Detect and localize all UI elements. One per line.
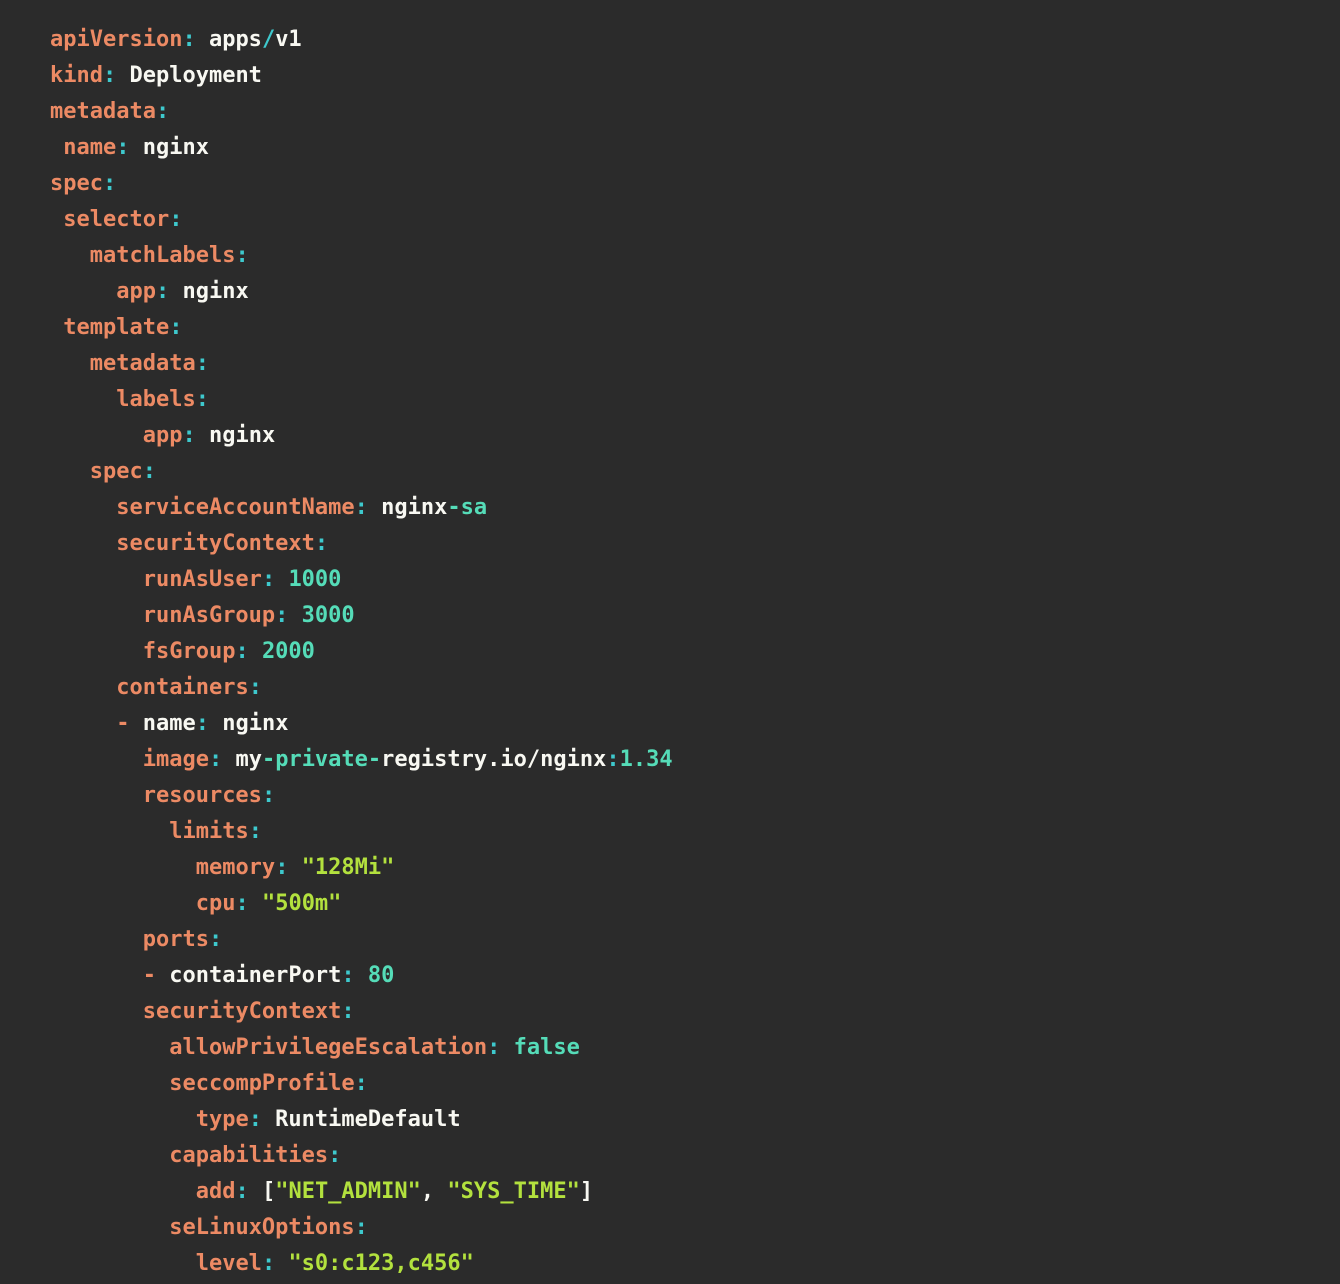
code-line: app: nginx xyxy=(50,274,1340,310)
code-line: type: RuntimeDefault xyxy=(50,1102,1340,1138)
code-line: resources: xyxy=(50,778,1340,814)
code-line: limits: xyxy=(50,814,1340,850)
code-line: labels: xyxy=(50,382,1340,418)
code-line: template: xyxy=(50,310,1340,346)
code-line: spec: xyxy=(50,166,1340,202)
code-line: seccompProfile: xyxy=(50,1066,1340,1102)
code-line: capabilities: xyxy=(50,1138,1340,1174)
code-line: add: ["NET_ADMIN", "SYS_TIME"] xyxy=(50,1174,1340,1210)
code-line: cpu: "500m" xyxy=(50,886,1340,922)
code-line: name: nginx xyxy=(50,130,1340,166)
code-line: image: my-private-registry.io/nginx:1.34 xyxy=(50,742,1340,778)
code-line: metadata: xyxy=(50,94,1340,130)
code-line: serviceAccountName: nginx-sa xyxy=(50,490,1340,526)
code-line: kind: Deployment xyxy=(50,58,1340,94)
code-line: matchLabels: xyxy=(50,238,1340,274)
code-line: metadata: xyxy=(50,346,1340,382)
code-line: app: nginx xyxy=(50,418,1340,454)
code-line: memory: "128Mi" xyxy=(50,850,1340,886)
code-line: ports: xyxy=(50,922,1340,958)
code-line: spec: xyxy=(50,454,1340,490)
code-lines: apiVersion: apps/v1kind: Deploymentmetad… xyxy=(0,0,1340,1282)
code-line: - name: nginx xyxy=(50,706,1340,742)
code-line: containers: xyxy=(50,670,1340,706)
code-line: runAsUser: 1000 xyxy=(50,562,1340,598)
code-line: apiVersion: apps/v1 xyxy=(50,22,1340,58)
code-line: securityContext: xyxy=(50,994,1340,1030)
code-line: securityContext: xyxy=(50,526,1340,562)
code-line: seLinuxOptions: xyxy=(50,1210,1340,1246)
code-line: - containerPort: 80 xyxy=(50,958,1340,994)
code-line: level: "s0:c123,c456" xyxy=(50,1246,1340,1282)
code-line: selector: xyxy=(50,202,1340,238)
code-line: runAsGroup: 3000 xyxy=(50,598,1340,634)
code-line: fsGroup: 2000 xyxy=(50,634,1340,670)
code-line: allowPrivilegeEscalation: false xyxy=(50,1030,1340,1066)
code-editor[interactable]: apiVersion: apps/v1kind: Deploymentmetad… xyxy=(0,0,1340,1284)
